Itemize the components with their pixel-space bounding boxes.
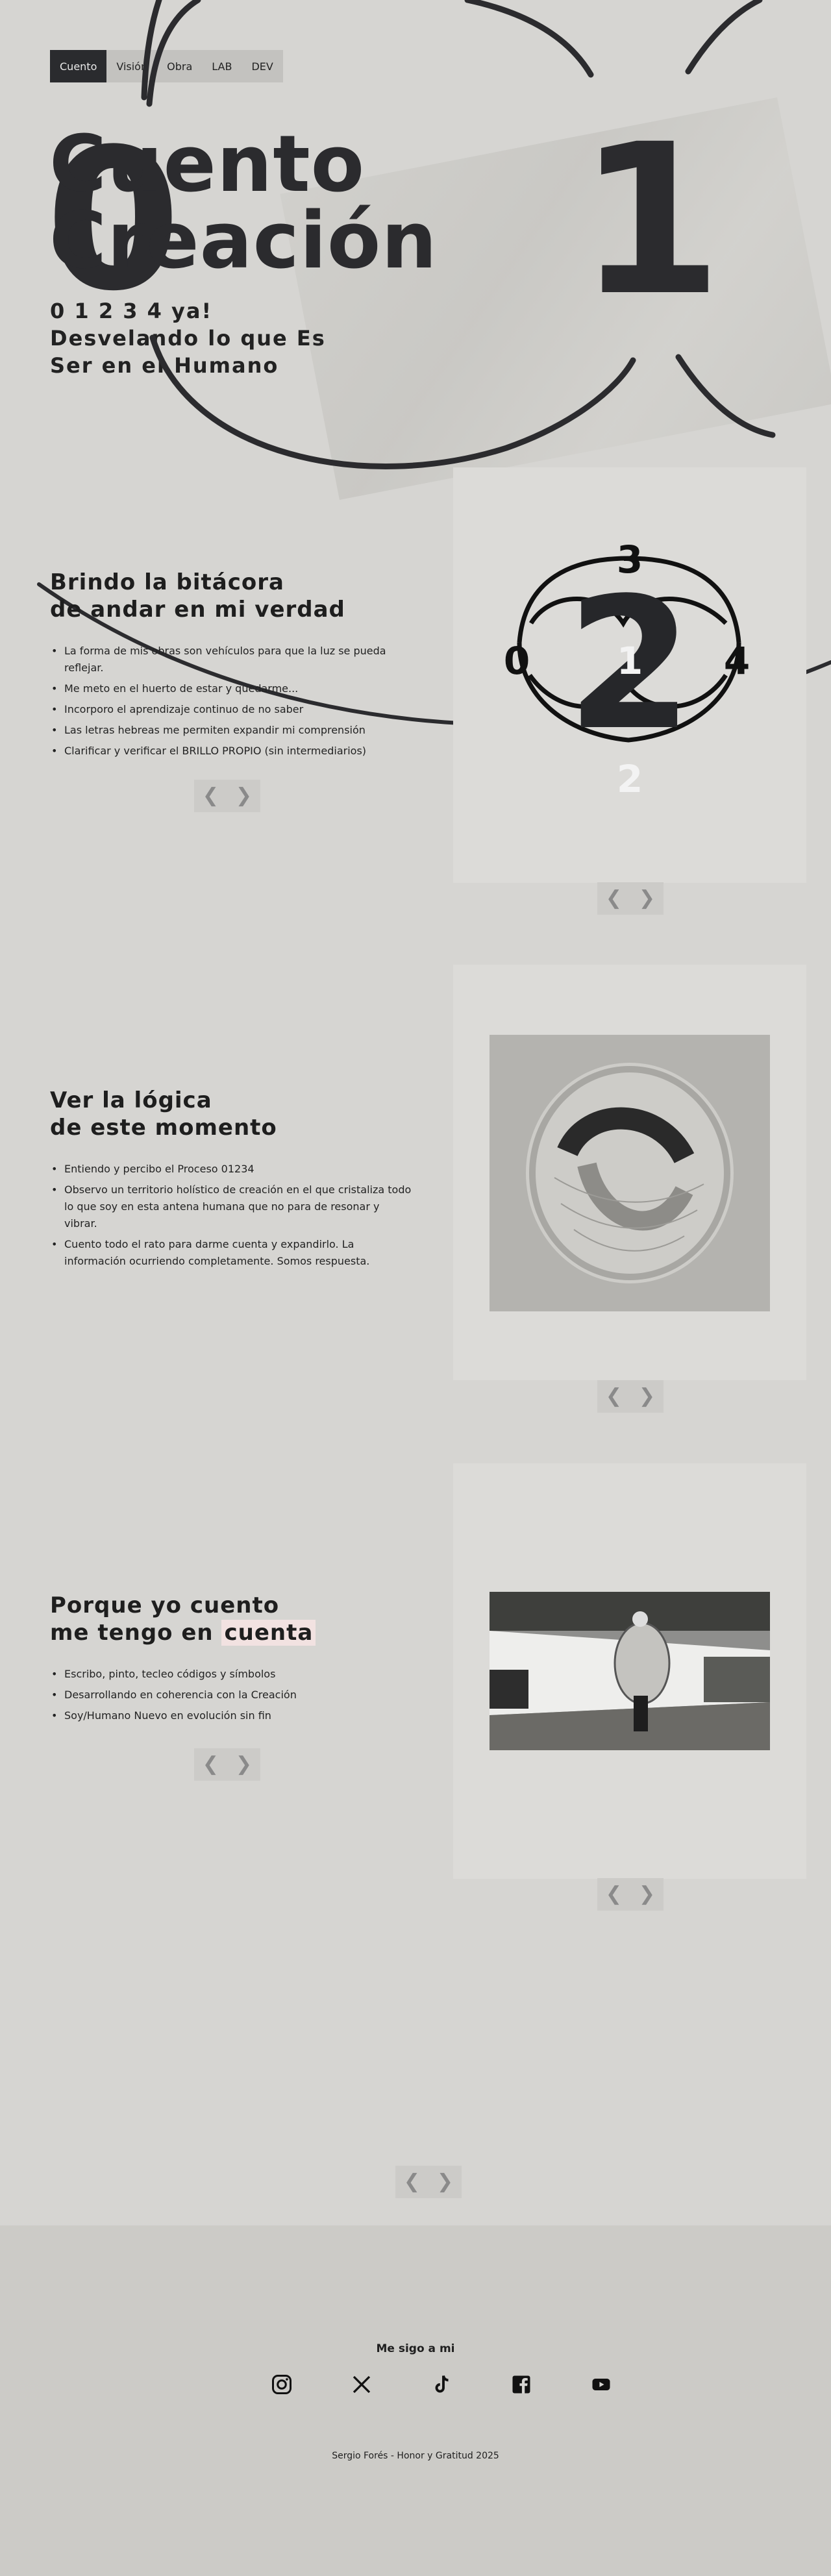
page-carousel-controls: ❮ ❯ (395, 2166, 462, 2198)
hero-subtitle-line2: Desvelando lo que Es (50, 326, 326, 351)
section3-list: Escribo, pinto, tecleo códigos y símbolo… (50, 1666, 414, 1728)
hero-subtitle: 0 1 2 3 4 ya! Desvelando lo que Es Ser e… (50, 297, 326, 379)
section2-card-carousel-controls: ❮ ❯ (597, 1380, 664, 1413)
social-links (242, 2370, 641, 2399)
follow-label: Me sigo a mi (376, 2342, 455, 2355)
hero-subtitle-line3: Ser en el Humano (50, 353, 279, 378)
hero-title-line1: Cuento (49, 119, 366, 210)
list-item: Incorporo el aprendizaje continuo de no … (50, 701, 414, 718)
section3-text-carousel-controls: ❮ ❯ (194, 1748, 260, 1781)
nav-lab[interactable]: LAB (202, 50, 242, 82)
list-item: Escribo, pinto, tecleo códigos y símbolo… (50, 1666, 414, 1683)
prev-arrow-icon[interactable]: ❮ (203, 1755, 219, 1774)
instagram-icon[interactable] (242, 2370, 321, 2399)
copyright: Sergio Forés - Honor y Gratitud 2025 (332, 2451, 499, 2461)
section1-text-carousel-controls: ❮ ❯ (194, 780, 260, 812)
section3-card-carousel-controls: ❮ ❯ (597, 1878, 664, 1911)
next-arrow-icon[interactable]: ❯ (639, 889, 655, 908)
section1-list: La forma de mis obras son vehículos para… (50, 643, 414, 763)
hero-title-line2: Creación (49, 196, 438, 286)
prev-arrow-icon[interactable]: ❮ (606, 889, 622, 908)
youtube-icon[interactable] (561, 2370, 641, 2399)
section3-title: Porque yo cuento me tengo en cuenta (50, 1592, 316, 1646)
nav-vision[interactable]: Visión (106, 50, 157, 82)
next-arrow-icon[interactable]: ❯ (639, 1885, 655, 1904)
section1-title-line1: Brindo la bitácora (50, 569, 284, 595)
hero-title: Cuento Creación (49, 119, 438, 286)
nav-dev[interactable]: DEV (242, 50, 282, 82)
main-nav: Cuento Visión Obra LAB DEV (50, 50, 283, 82)
section1-title-line2: de andar en mi verdad (50, 597, 345, 623)
next-arrow-icon[interactable]: ❯ (639, 1387, 655, 1406)
highlighted-word: cuenta (221, 1620, 316, 1646)
section2-title-line2: de este momento (50, 1115, 277, 1141)
section3-title-line2-text: me tengo en (50, 1620, 222, 1646)
next-arrow-icon[interactable]: ❯ (236, 786, 252, 806)
hero-subtitle-line1: 0 1 2 3 4 ya! (50, 299, 213, 323)
hero-big-one: 1 (578, 100, 723, 341)
facebook-icon[interactable] (481, 2370, 561, 2399)
next-arrow-icon[interactable]: ❯ (236, 1755, 252, 1774)
footer (0, 2225, 831, 2576)
diagram-number-1: 1 (617, 639, 643, 683)
next-arrow-icon[interactable]: ❯ (437, 2172, 453, 2192)
section3-title-line1: Porque yo cuento (50, 1592, 280, 1618)
nav-obra[interactable]: Obra (157, 50, 202, 82)
prev-arrow-icon[interactable]: ❮ (606, 1885, 622, 1904)
prev-arrow-icon[interactable]: ❮ (606, 1387, 622, 1406)
list-item: La forma de mis obras son vehículos para… (50, 643, 414, 676)
diagram-number-4: 4 (724, 639, 750, 683)
tiktok-icon[interactable] (401, 2370, 481, 2399)
section1-image-card: 2 3 0 1 4 2 (453, 467, 806, 883)
diagram-number-0: 0 (504, 639, 530, 683)
section2-list: Entiendo y percibo el Proceso 01234 Obse… (50, 1161, 414, 1274)
list-item: Soy/Humano Nuevo en evolución sin fin (50, 1707, 414, 1724)
x-icon[interactable] (321, 2370, 401, 2399)
diagram-number-3: 3 (617, 538, 643, 582)
section3-title-line2: me tengo en cuenta (50, 1619, 316, 1646)
list-item: Cuento todo el rato para darme cuenta y … (50, 1236, 414, 1270)
list-item: Me meto en el huerto de estar y quedarme… (50, 680, 414, 697)
nav-cuento[interactable]: Cuento (50, 50, 107, 82)
list-item: Las letras hebreas me permiten expandir … (50, 722, 414, 739)
numbers-diagram: 2 3 0 1 4 2 (504, 538, 750, 801)
prev-arrow-icon[interactable]: ❮ (404, 2172, 420, 2192)
diagram-number-2: 2 (617, 757, 643, 801)
section2-title: Ver la lógica de este momento (50, 1087, 277, 1141)
section1-card-carousel-controls: ❮ ❯ (597, 882, 664, 915)
list-item: Entiendo y percibo el Proceso 01234 (50, 1161, 414, 1178)
list-item: Observo un territorio holístico de creac… (50, 1182, 414, 1232)
list-item: Desarrollando en coherencia con la Creac… (50, 1687, 414, 1703)
prev-arrow-icon[interactable]: ❮ (203, 786, 219, 806)
list-item: Clarificar y verificar el BRILLO PROPIO … (50, 743, 414, 760)
rippled-sculpture-image (490, 1035, 770, 1311)
section1-title: Brindo la bitácora de andar en mi verdad (50, 569, 345, 623)
person-with-artwork-photo (490, 1592, 770, 1750)
section2-title-line1: Ver la lógica (50, 1087, 212, 1113)
